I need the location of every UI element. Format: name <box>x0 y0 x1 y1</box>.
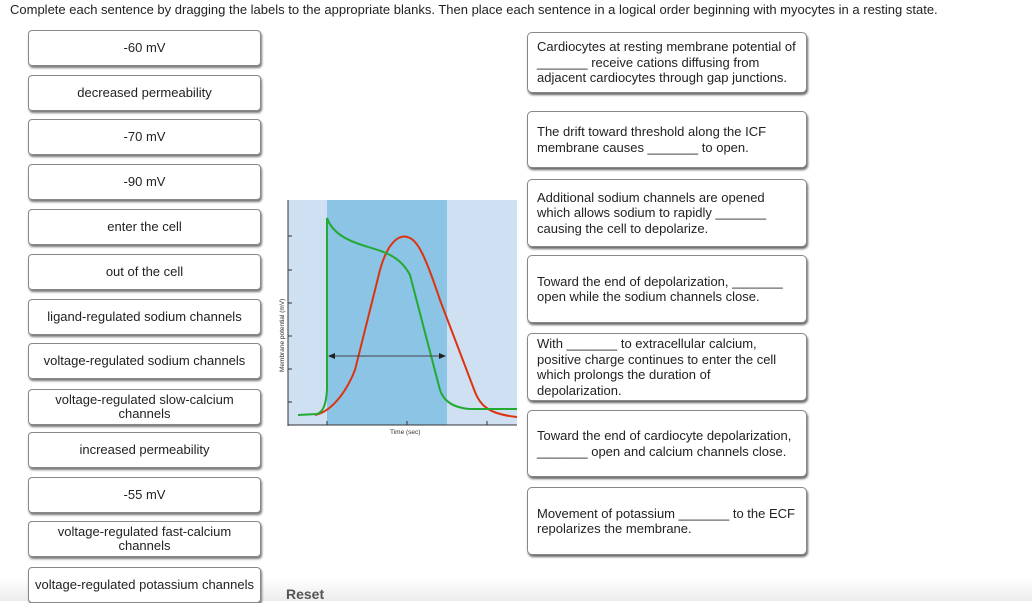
sentence-box-3[interactable]: Toward the end of depolarization, ______… <box>527 255 807 323</box>
label-8[interactable]: voltage-regulated slow-calcium channels <box>28 389 261 425</box>
instructions: Complete each sentence by dragging the l… <box>10 2 938 17</box>
sentence-text: Movement of potassium _______ to the ECF… <box>537 505 795 537</box>
label-12[interactable]: voltage-regulated potassium channels <box>28 567 261 603</box>
sentence-text: Additional sodium channels are opened wh… <box>537 189 767 236</box>
label-4[interactable]: enter the cell <box>28 209 261 245</box>
y-axis-label: Membrane potential (mV) <box>279 299 286 372</box>
label-1[interactable]: decreased permeability <box>28 75 261 111</box>
sentence-box-1[interactable]: The drift toward threshold along the ICF… <box>527 111 807 168</box>
x-axis-label: Time (sec) <box>390 429 420 436</box>
sentence-text: With _______ to extracellular calcium, p… <box>537 336 777 398</box>
label-10[interactable]: -55 mV <box>28 477 261 513</box>
label-2[interactable]: -70 mV <box>28 119 261 155</box>
label-0[interactable]: -60 mV <box>28 30 261 66</box>
sentence-box-5[interactable]: Toward the end of cardiocyte depolarizat… <box>527 410 807 477</box>
label-3[interactable]: -90 mV <box>28 164 261 200</box>
sentence-box-0[interactable]: Cardiocytes at resting membrane potentia… <box>527 32 807 93</box>
action-potential-figure: Membrane potential (mV) Time (sec) <box>277 196 522 441</box>
sentence-text: Toward the end of cardiocyte depolarizat… <box>537 428 792 459</box>
label-6[interactable]: ligand-regulated sodium channels <box>28 299 261 335</box>
reset-button[interactable]: Reset <box>286 586 324 602</box>
sentence-box-2[interactable]: Additional sodium channels are opened wh… <box>527 179 807 247</box>
sentence-text: Toward the end of depolarization, ______… <box>537 273 783 305</box>
sentence-box-6[interactable]: Movement of potassium _______ to the ECF… <box>527 487 807 555</box>
label-5[interactable]: out of the cell <box>28 254 261 290</box>
sentence-box-4[interactable]: With _______ to extracellular calcium, p… <box>527 333 807 401</box>
label-7[interactable]: voltage-regulated sodium channels <box>28 343 261 379</box>
label-11[interactable]: voltage-regulated fast-calcium channels <box>28 521 261 557</box>
sentence-text: The drift toward threshold along the ICF… <box>537 124 767 155</box>
label-9[interactable]: increased permeability <box>28 432 261 468</box>
sentence-text: Cardiocytes at resting membrane potentia… <box>537 39 796 86</box>
